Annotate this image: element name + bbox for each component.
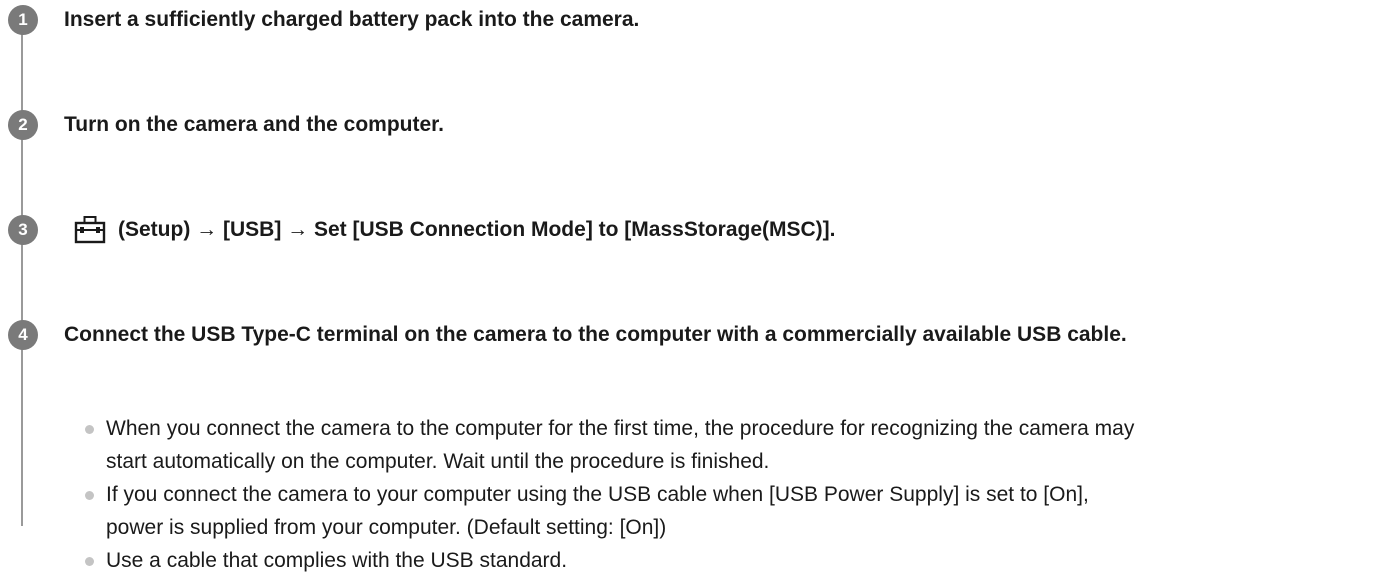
- step-instruction: Insert a sufficiently charged battery pa…: [64, 8, 640, 31]
- note-line: Use a cable that complies with the USB s…: [106, 549, 568, 572]
- note-line: When you connect the camera to the compu…: [106, 417, 1135, 440]
- note-line: start automatically on the computer. Wai…: [106, 450, 770, 473]
- note-item: Use a cable that complies with the USB s…: [85, 544, 1388, 577]
- note-item: When you connect the camera to the compu…: [85, 412, 1388, 478]
- step-number-badge: 1: [8, 5, 38, 35]
- timeline-line: [21, 20, 23, 526]
- step-instruction: Connect the USB Type-C terminal on the c…: [64, 323, 1127, 346]
- notes-list: When you connect the camera to the compu…: [85, 412, 1388, 577]
- note-item: If you connect the camera to your comput…: [85, 478, 1388, 544]
- step-number-badge: 2: [8, 110, 38, 140]
- bullet-icon: [85, 557, 94, 566]
- step-instruction: (Setup) → [USB] → Set [USB Connection Mo…: [118, 218, 836, 241]
- note-line: If you connect the camera to your comput…: [106, 483, 1089, 506]
- step-number-badge: 4: [8, 320, 38, 350]
- toolbox-setup-icon: [74, 216, 106, 244]
- step-instruction: Turn on the camera and the computer.: [64, 113, 445, 136]
- note-line: power is supplied from your computer. (D…: [106, 516, 667, 539]
- step-number-badge: 3: [8, 215, 38, 245]
- bullet-icon: [85, 425, 94, 434]
- bullet-icon: [85, 491, 94, 500]
